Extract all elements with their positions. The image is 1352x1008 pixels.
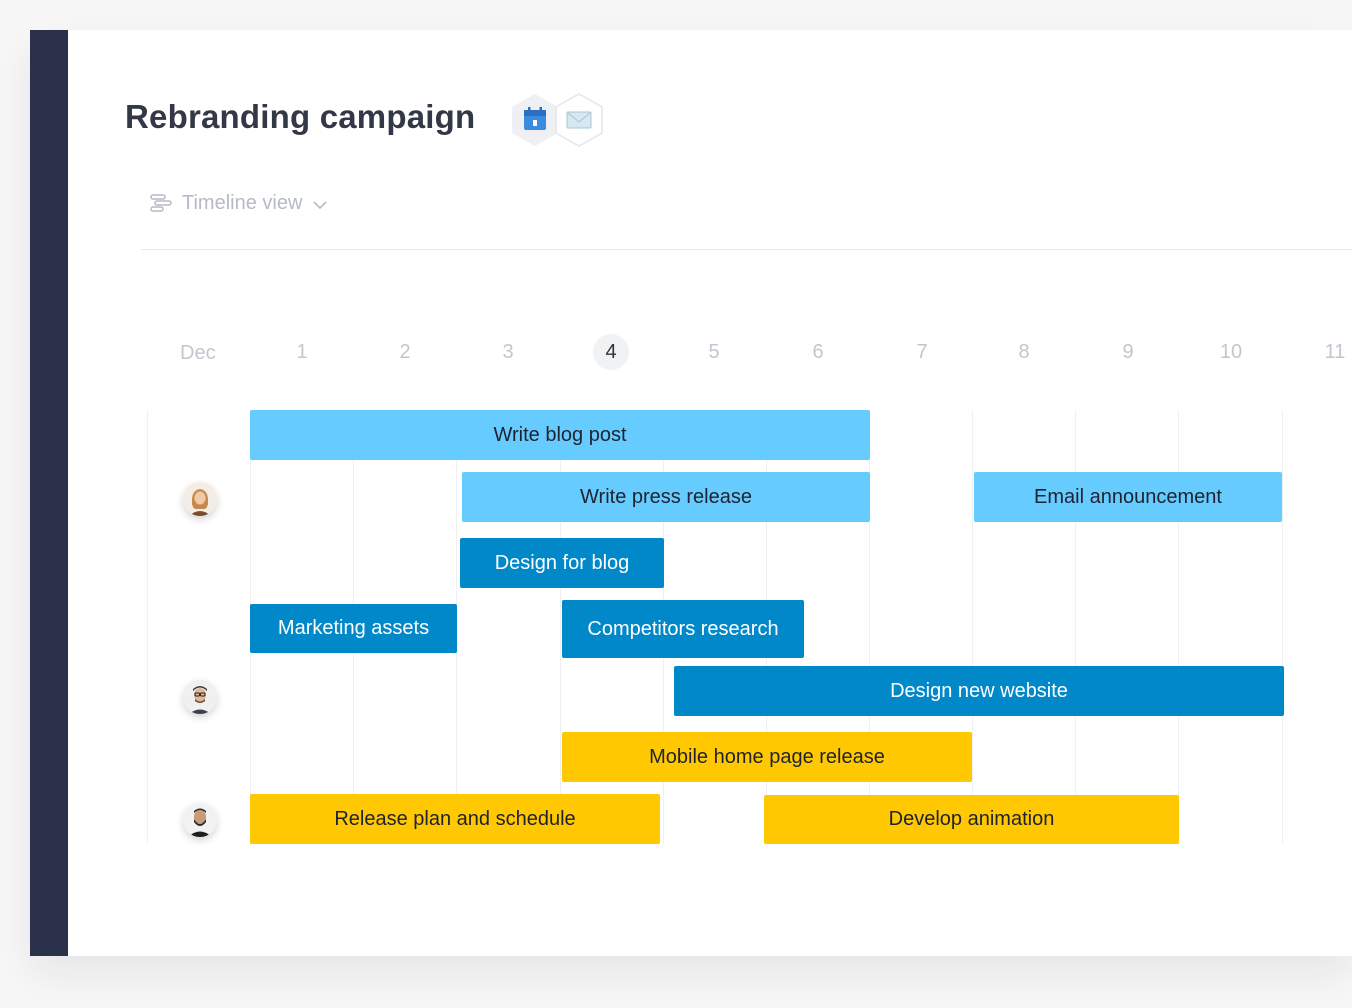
mail-icon[interactable] bbox=[552, 92, 606, 148]
man-glasses-avatar[interactable] bbox=[183, 680, 217, 714]
task-bar[interactable]: Competitors research bbox=[562, 600, 804, 658]
day-label: 8 bbox=[1018, 341, 1030, 363]
timeline-icon bbox=[150, 194, 172, 212]
task-bar[interactable]: Release plan and schedule bbox=[250, 794, 660, 844]
day-label: 5 bbox=[708, 341, 720, 363]
man-beard-avatar[interactable] bbox=[183, 803, 217, 837]
task-bar[interactable]: Design new website bbox=[674, 666, 1284, 716]
day-label: 1 bbox=[296, 341, 308, 363]
day-label: 2 bbox=[399, 341, 411, 363]
header-divider bbox=[141, 249, 1352, 250]
day-label-today: 4 bbox=[593, 334, 629, 370]
woman-avatar[interactable] bbox=[183, 482, 217, 516]
day-label: 7 bbox=[916, 341, 928, 363]
day-label: 11 bbox=[1324, 341, 1346, 363]
task-bar[interactable]: Write press release bbox=[462, 472, 870, 522]
grid-line bbox=[1282, 410, 1283, 844]
grid-line bbox=[972, 410, 973, 844]
task-bar[interactable]: Design for blog bbox=[460, 538, 664, 588]
day-label: 6 bbox=[812, 341, 824, 363]
task-bar[interactable]: Mobile home page release bbox=[562, 732, 972, 782]
day-label: 3 bbox=[502, 341, 514, 363]
task-bar[interactable]: Email announcement bbox=[974, 472, 1282, 522]
task-bar[interactable]: Marketing assets bbox=[250, 604, 457, 653]
view-switcher-label: Timeline view bbox=[182, 191, 303, 214]
task-bar[interactable]: Write blog post bbox=[250, 410, 870, 460]
chevron-down-icon bbox=[313, 201, 327, 210]
sidebar-rail bbox=[30, 30, 68, 956]
project-title: Rebranding campaign bbox=[125, 98, 476, 135]
month-label: Dec bbox=[180, 342, 216, 364]
timeline-panel: Rebranding campaign Timeline view Dec 1 … bbox=[30, 30, 1352, 956]
view-switcher[interactable]: Timeline view bbox=[150, 188, 328, 218]
integration-badges bbox=[508, 90, 608, 150]
day-label: 9 bbox=[1122, 341, 1134, 363]
task-bar[interactable]: Develop animation bbox=[764, 795, 1179, 844]
day-label: 10 bbox=[1219, 341, 1243, 363]
grid-line bbox=[147, 410, 148, 844]
